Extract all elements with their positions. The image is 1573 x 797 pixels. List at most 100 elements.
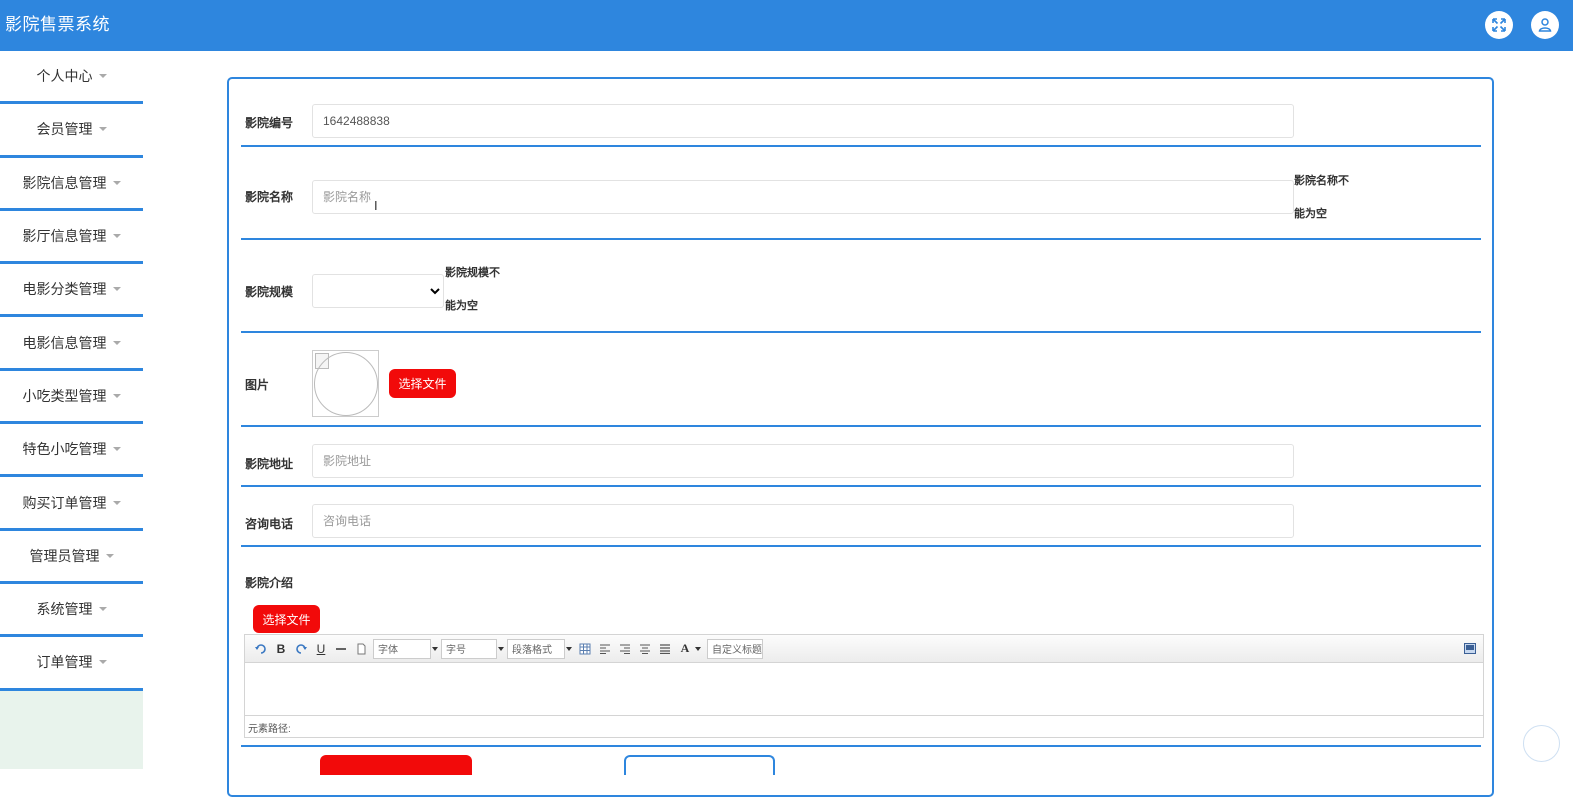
- floating-help-button[interactable]: [1523, 725, 1560, 762]
- form-row-cinema-name: 影院名称 影院名称不 能为空: [241, 147, 1481, 240]
- submit-button[interactable]: [320, 755, 472, 775]
- chevron-down-icon: [98, 660, 107, 665]
- cinema-scale-select[interactable]: [312, 274, 444, 308]
- form-row-cinema-scale: 影院规模 影院规模不 能为空: [241, 240, 1481, 333]
- sidebar-item-label: 电影分类管理: [22, 281, 107, 298]
- sidebar-item-members[interactable]: 会员管理: [0, 104, 143, 158]
- font-family-select[interactable]: 字体: [373, 638, 438, 659]
- sidebar-item-label: 系统管理: [36, 601, 93, 618]
- form-row-cinema-id: 影院编号: [241, 89, 1481, 147]
- address-input[interactable]: [312, 444, 1294, 478]
- font-size-select[interactable]: 字号: [441, 638, 504, 659]
- image-label: 图片: [245, 378, 270, 392]
- custom-title-label: 自定义标题: [712, 645, 762, 656]
- phone-label: 咨询电话: [245, 517, 294, 531]
- chevron-down-icon: [98, 607, 107, 612]
- sidebar-item-personal-center[interactable]: 个人中心: [0, 51, 143, 105]
- cinema-name-error-line1: 影院名称不: [1294, 175, 1349, 187]
- font-color-button[interactable]: A: [675, 639, 695, 659]
- user-icon[interactable]: [1531, 11, 1559, 39]
- sidebar-item-label: 影院信息管理: [22, 174, 107, 191]
- chevron-down-icon: [98, 127, 107, 132]
- undo-icon[interactable]: [251, 639, 271, 659]
- cinema-scale-label: 影院规模: [245, 285, 294, 299]
- sidebar-item-admin[interactable]: 管理员管理: [0, 530, 143, 584]
- sidebar-item-orders[interactable]: 订单管理: [0, 637, 143, 691]
- intro-label: 影院介绍: [245, 576, 294, 590]
- address-label: 影院地址: [245, 457, 294, 471]
- cinema-id-label: 影院编号: [245, 116, 294, 130]
- sidebar-item-label: 会员管理: [36, 121, 93, 138]
- sidebar-item-hall-info[interactable]: 影厅信息管理: [0, 210, 143, 265]
- sidebar-item-cinema-info[interactable]: 影院信息管理: [0, 157, 143, 211]
- chevron-down-icon: [112, 340, 121, 345]
- chevron-down-icon: [112, 393, 121, 398]
- intro-upload-button[interactable]: 选择文件: [253, 605, 320, 633]
- align-justify-icon[interactable]: [655, 639, 675, 659]
- chevron-down-icon: [112, 447, 121, 452]
- sidebar-item-label: 管理员管理: [29, 547, 100, 564]
- sidebar-item-system[interactable]: 系统管理: [0, 583, 143, 638]
- cinema-id-input[interactable]: [312, 104, 1294, 138]
- sidebar-item-label: 小吃类型管理: [22, 387, 107, 404]
- form-row-image: 图片 选择文件: [241, 333, 1481, 427]
- app-title: 影院售票系统: [5, 15, 110, 34]
- cinema-scale-error-line2: 能为空: [445, 300, 478, 312]
- sidebar-item-label: 购买订单管理: [22, 494, 107, 511]
- chevron-down-icon: [112, 234, 121, 239]
- top-bar: 影院售票系统: [0, 0, 1573, 51]
- chevron-down-icon: [112, 180, 121, 185]
- form-row-address: 影院地址: [241, 427, 1481, 487]
- editor-content-area[interactable]: [245, 663, 1483, 715]
- editor-path-bar: 元素路径:: [245, 715, 1483, 736]
- redo-icon[interactable]: [291, 639, 311, 659]
- dropdown-arrow-icon: [498, 646, 504, 651]
- cancel-button[interactable]: [624, 755, 775, 775]
- page-icon[interactable]: [351, 639, 371, 659]
- sidebar-item-purchase-orders[interactable]: 购买订单管理: [0, 477, 143, 531]
- phone-input[interactable]: [312, 504, 1294, 538]
- sidebar-item-label: 订单管理: [36, 654, 93, 671]
- rich-text-editor: B U 字体 字号 段落格式 A 自定义标题 元素路径:: [244, 634, 1484, 738]
- chevron-down-icon: [112, 500, 121, 505]
- chevron-down-icon: [98, 74, 107, 79]
- dropdown-arrow-icon: [432, 646, 438, 651]
- image-placeholder-circle: [314, 352, 378, 416]
- sidebar-item-label: 影厅信息管理: [22, 228, 107, 245]
- sidebar-item-special-snack[interactable]: 特色小吃管理: [0, 424, 143, 478]
- align-right-icon[interactable]: [615, 639, 635, 659]
- sidebar: 个人中心 会员管理 影院信息管理 影厅信息管理 电影分类管理 电影信息管理 小吃…: [0, 51, 143, 769]
- paragraph-format-label: 段落格式: [512, 645, 552, 656]
- sidebar-item-snack-type[interactable]: 小吃类型管理: [0, 370, 143, 425]
- source-code-icon[interactable]: [1460, 639, 1480, 659]
- sidebar-item-label: 特色小吃管理: [22, 441, 107, 458]
- editor-toolbar: B U 字体 字号 段落格式 A 自定义标题: [245, 635, 1483, 663]
- horizontal-rule-icon[interactable]: [331, 639, 351, 659]
- align-center-icon[interactable]: [635, 639, 655, 659]
- cinema-name-input[interactable]: [312, 180, 1294, 214]
- table-icon[interactable]: [575, 639, 595, 659]
- underline-button[interactable]: U: [311, 639, 331, 659]
- bold-button[interactable]: B: [271, 639, 291, 659]
- image-preview: [312, 350, 379, 417]
- sidebar-item-label: 电影信息管理: [22, 334, 107, 351]
- font-color-arrow-icon[interactable]: [695, 646, 701, 651]
- expand-icon[interactable]: [1485, 11, 1513, 39]
- cinema-name-label: 影院名称: [245, 190, 294, 204]
- text-cursor-icon: I: [374, 198, 378, 213]
- font-size-label: 字号: [446, 645, 466, 656]
- cinema-name-error-line2: 能为空: [1294, 208, 1327, 220]
- image-upload-button[interactable]: 选择文件: [389, 369, 456, 398]
- paragraph-format-select[interactable]: 段落格式: [507, 638, 572, 659]
- sidebar-item-movie-info[interactable]: 电影信息管理: [0, 317, 143, 371]
- sidebar-item-label: 个人中心: [36, 68, 93, 85]
- align-left-icon[interactable]: [595, 639, 615, 659]
- custom-title-select[interactable]: 自定义标题: [707, 638, 763, 659]
- sidebar-item-movie-category[interactable]: 电影分类管理: [0, 264, 143, 318]
- dropdown-arrow-icon: [566, 646, 572, 651]
- form-row-phone: 咨询电话: [241, 487, 1481, 547]
- chevron-down-icon: [112, 287, 121, 292]
- cinema-scale-error-line1: 影院规模不: [445, 267, 500, 279]
- chevron-down-icon: [105, 553, 114, 558]
- font-family-label: 字体: [378, 645, 398, 656]
